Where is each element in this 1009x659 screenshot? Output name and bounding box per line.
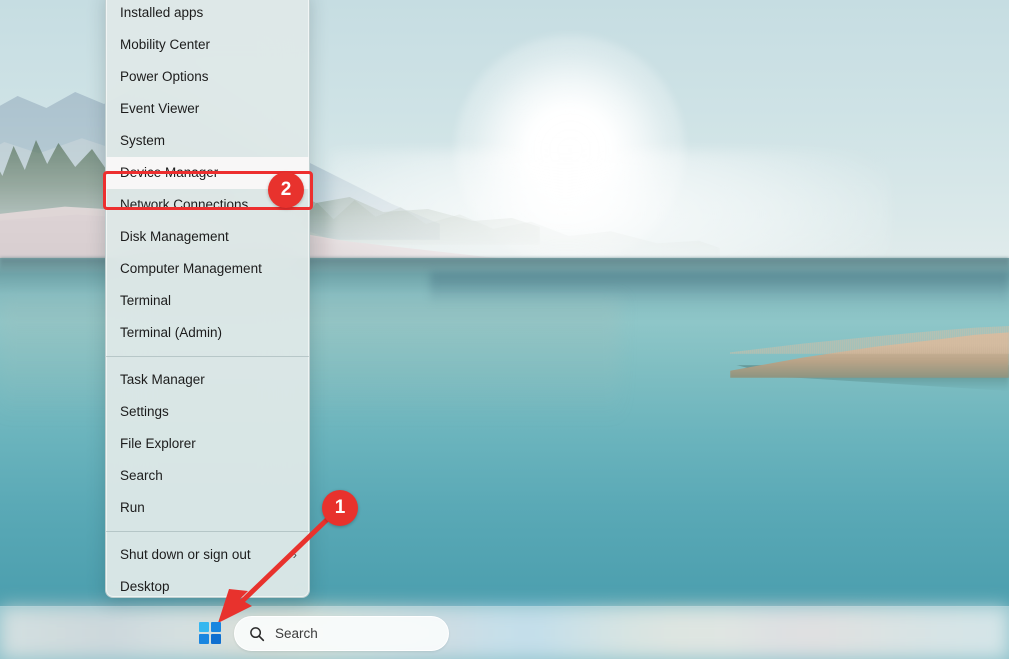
menu-item-label: Mobility Center [120,37,211,52]
menu-item-power-options[interactable]: Power Options [106,61,309,93]
menu-item-label: Disk Management [120,229,229,244]
windows-logo-icon [199,622,221,644]
menu-item-label: Desktop [120,579,170,594]
screen: Installed apps Mobility Center Power Opt… [0,0,1009,659]
menu-item-label: Terminal (Admin) [120,325,223,340]
menu-item-label: Event Viewer [120,101,200,116]
search-input-placeholder[interactable]: Search [275,626,318,641]
winx-context-menu[interactable]: Installed apps Mobility Center Power Opt… [105,0,310,598]
step-badge-1: 1 [322,490,358,526]
taskbar-search-box[interactable]: Search [234,616,449,651]
menu-item-settings[interactable]: Settings [106,396,309,428]
menu-item-search[interactable]: Search [106,460,309,492]
menu-item-label: Installed apps [120,5,204,20]
menu-item-run[interactable]: Run [106,492,309,524]
step-badge-1-number: 1 [334,497,346,518]
menu-item-label: Search [120,468,163,483]
menu-item-computer-management[interactable]: Computer Management [106,253,309,285]
menu-separator-1 [106,356,309,357]
menu-item-terminal[interactable]: Terminal [106,285,309,317]
taskbar-top-border [0,606,1009,607]
menu-item-disk-management[interactable]: Disk Management [106,221,309,253]
menu-item-label: Run [120,500,145,515]
winx-menu-group-tools: Task Manager Settings File Explorer Sear… [106,364,309,524]
wallpaper-water-reflection [0,300,620,420]
menu-item-label: Power Options [120,69,209,84]
menu-item-desktop[interactable]: Desktop [106,571,309,597]
menu-item-terminal-admin[interactable]: Terminal (Admin) [106,317,309,349]
winx-menu-group-session: Shut down or sign out › Desktop [106,539,309,597]
menu-item-label: Shut down or sign out [120,547,251,562]
step-badge-2: 2 [268,172,304,208]
menu-item-mobility-center[interactable]: Mobility Center [106,29,309,61]
menu-item-label: File Explorer [120,436,196,451]
chevron-right-icon: › [292,546,297,562]
step-badge-2-number: 2 [280,179,292,200]
menu-item-shut-down-or-sign-out[interactable]: Shut down or sign out › [106,539,309,571]
menu-separator-2 [106,531,309,532]
taskbar-surface [0,607,1009,659]
menu-item-event-viewer[interactable]: Event Viewer [106,93,309,125]
menu-item-installed-apps[interactable]: Installed apps [106,0,309,29]
menu-item-label: Task Manager [120,372,205,387]
search-icon [250,626,265,641]
menu-item-label: Computer Management [120,261,262,276]
menu-item-label: System [120,133,166,148]
menu-item-file-explorer[interactable]: File Explorer [106,428,309,460]
menu-item-system[interactable]: System [106,125,309,157]
start-button[interactable] [192,615,228,651]
menu-item-task-manager[interactable]: Task Manager [106,364,309,396]
menu-item-label: Terminal [120,293,172,308]
menu-item-label: Settings [120,404,169,419]
